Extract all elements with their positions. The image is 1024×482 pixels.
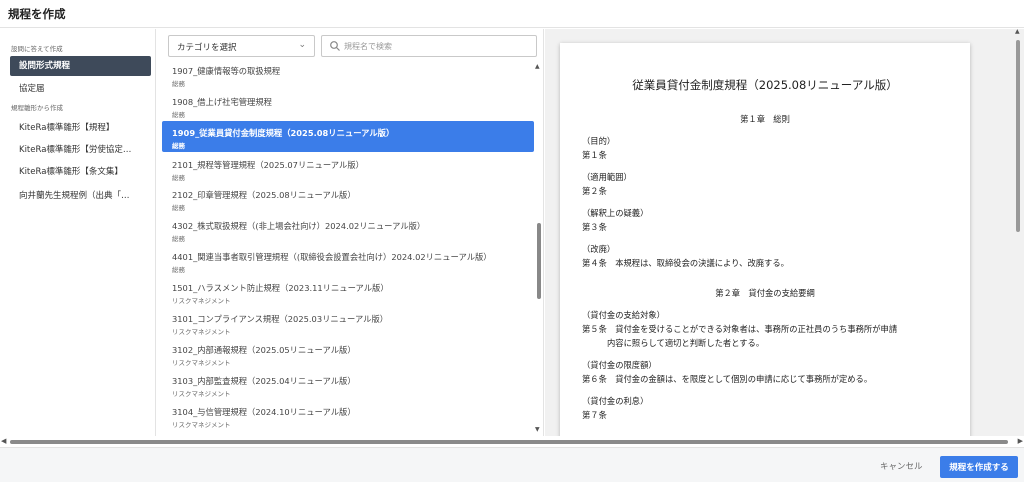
- article-heading: （貸付金の利息）: [582, 396, 649, 406]
- rule-list-pane: カテゴリを選択 ⌄ 1907_健康情報等の取扱規程 総務 1908_借上げ社宅管…: [157, 29, 544, 436]
- list-item-category: 総務: [172, 266, 185, 274]
- sidebar-item-kitera-articles[interactable]: KiteRa標準雛形【条文集】: [10, 162, 151, 182]
- list-item-title: 1501_ハラスメント防止規程（2023.11リニューアル版）: [172, 283, 389, 293]
- sidebar-item-kitera-labor[interactable]: KiteRa標準雛形【労使協定…: [10, 140, 151, 160]
- list-item-selected[interactable]: 1909_従業員貸付金制度規程（2025.08リニューアル版） 総務: [162, 121, 534, 152]
- sidebar-section-templates: 規程雛形から作成: [11, 104, 63, 112]
- list-item[interactable]: 3104_与信管理規程（2024.10リニューアル版） リスクマネジメント: [162, 403, 534, 434]
- list-item-title: 3104_与信管理規程（2024.10リニューアル版）: [172, 407, 356, 417]
- cancel-button[interactable]: キャンセル: [880, 460, 923, 472]
- list-item-category: 総務: [172, 204, 185, 212]
- list-item-category: リスクマネジメント: [172, 359, 231, 367]
- chapter-heading: 第１章 総則: [740, 114, 790, 124]
- preview-scrollbar-thumb[interactable]: [1016, 40, 1020, 232]
- list-item-title: 1907_健康情報等の取扱規程: [172, 66, 281, 76]
- list-item-category: 総務: [172, 111, 185, 119]
- search-box[interactable]: [321, 35, 537, 57]
- sidebar-item-question-format[interactable]: 設問形式規程: [10, 56, 151, 76]
- list-item[interactable]: 1501_ハラスメント防止規程（2023.11リニューアル版） リスクマネジメン…: [162, 279, 534, 310]
- preview-scrollbar[interactable]: ▲: [1015, 28, 1022, 434]
- list-item-title: 4302_株式取扱規程（(非上場会社向け）2024.02リニューアル版）: [172, 221, 426, 231]
- list-item-title: 1908_借上げ社宅管理規程: [172, 97, 272, 107]
- dialog-title: 規程を作成: [8, 7, 66, 21]
- create-rule-button[interactable]: 規程を作成する: [940, 456, 1018, 478]
- horizontal-scrollbar-thumb[interactable]: [10, 440, 1008, 444]
- scroll-down-icon[interactable]: ▼: [535, 426, 540, 433]
- scroll-right-icon[interactable]: ▶: [1018, 437, 1023, 445]
- list-item-title: 3101_コンプライアンス規程（2025.03リニューアル版）: [172, 314, 389, 324]
- list-scrollbar[interactable]: ▲ ▼: [535, 63, 543, 433]
- sidebar: 設問に答えて作成 設問形式規程 協定届 規程雛形から作成 KiteRa標準雛形【…: [0, 29, 156, 436]
- list-item[interactable]: 1907_健康情報等の取扱規程 総務: [162, 62, 534, 93]
- search-icon: [330, 41, 340, 51]
- sidebar-item-agreement[interactable]: 協定届: [10, 79, 151, 99]
- list-item-title: 4401_関連当事者取引管理規程（(取締役会設置会社向け）2024.02リニュー…: [172, 252, 492, 262]
- sidebar-item-mukai[interactable]: 向井蘭先生規程例（出典「…: [10, 186, 151, 206]
- list-item-category: 総務: [172, 174, 185, 182]
- article-heading: （解釈上の疑義）: [582, 208, 649, 218]
- document-page: 従業員貸付金制度規程（2025.08リニューアル版） 第１章 総則 （目的） 第…: [560, 43, 970, 436]
- list-item-title: 1909_従業員貸付金制度規程（2025.08リニューアル版）: [172, 128, 395, 138]
- list-item[interactable]: 2102_印章管理規程（2025.08リニューアル版） 総務: [162, 186, 534, 217]
- article-text: 第２条: [582, 186, 607, 196]
- rule-list: 1907_健康情報等の取扱規程 総務 1908_借上げ社宅管理規程 総務 190…: [157, 62, 537, 434]
- document-preview: 従業員貸付金制度規程（2025.08リニューアル版） 第１章 総則 （目的） 第…: [545, 29, 1024, 436]
- category-select-value: カテゴリを選択: [177, 43, 237, 53]
- list-item-category: 総務: [172, 142, 185, 150]
- list-item-title: 3103_内部監査規程（2025.04リニューアル版）: [172, 376, 356, 386]
- list-item-title: 3102_内部通報規程（2025.05リニューアル版）: [172, 345, 356, 355]
- list-item-category: リスクマネジメント: [172, 297, 231, 305]
- dialog-header: 規程を作成: [0, 0, 1024, 28]
- search-input[interactable]: [344, 39, 529, 54]
- list-item-title: 2102_印章管理規程（2025.08リニューアル版）: [172, 190, 356, 200]
- list-item-category: リスクマネジメント: [172, 390, 231, 398]
- list-item-title: 2101_規程等管理規程（2025.07リニューアル版）: [172, 160, 364, 170]
- horizontal-scrollbar[interactable]: ◀ ▶: [0, 437, 1024, 447]
- category-select[interactable]: カテゴリを選択 ⌄: [168, 35, 315, 57]
- list-item[interactable]: 3101_コンプライアンス規程（2025.03リニューアル版） リスクマネジメン…: [162, 310, 534, 341]
- list-item-category: 総務: [172, 235, 185, 243]
- list-item[interactable]: 4302_株式取扱規程（(非上場会社向け）2024.02リニューアル版） 総務: [162, 217, 534, 248]
- article-text: 第３条: [582, 222, 607, 232]
- document-title: 従業員貸付金制度規程（2025.08リニューアル版）: [632, 78, 898, 92]
- scroll-left-icon[interactable]: ◀: [1, 437, 6, 445]
- article-heading: （目的）: [582, 136, 616, 146]
- article-heading: （適用範囲）: [582, 172, 632, 182]
- list-scrollbar-thumb[interactable]: [537, 223, 541, 299]
- article-text: 第７条: [582, 410, 607, 420]
- chapter-heading: 第２章 貸付金の支給要綱: [715, 288, 815, 298]
- article-text: 第６条 貸付金の金額は、を限度として個別の申請に応じて事務所が定める。: [582, 374, 873, 384]
- chevron-down-icon: ⌄: [298, 40, 306, 50]
- article-heading: （貸付金の支給対象）: [582, 310, 665, 320]
- article-text: 第４条 本規程は、取締役会の決議により、改廃する。: [582, 258, 789, 268]
- list-item[interactable]: 3102_内部通報規程（2025.05リニューアル版） リスクマネジメント: [162, 341, 534, 372]
- article-text: 第１条: [582, 150, 607, 160]
- list-item[interactable]: 2101_規程等管理規程（2025.07リニューアル版） 総務: [162, 156, 534, 187]
- sidebar-item-kitera-rules[interactable]: KiteRa標準雛形【規程】: [10, 118, 151, 138]
- dialog-footer: キャンセル 規程を作成する: [0, 447, 1024, 482]
- list-item[interactable]: 4401_関連当事者取引管理規程（(取締役会設置会社向け）2024.02リニュー…: [162, 248, 534, 279]
- article-text: 第５条 貸付金を受けることができる対象者は、事務所の正社員のうち事務所が申請: [582, 324, 898, 334]
- list-item-category: 総務: [172, 80, 185, 88]
- article-heading: （貸付金の限度額）: [582, 360, 657, 370]
- list-item[interactable]: 1908_借上げ社宅管理規程 総務: [162, 93, 534, 124]
- article-text: 内容に照らして適切と判断した者とする。: [607, 338, 765, 348]
- sidebar-section-questions: 設問に答えて作成: [11, 45, 63, 53]
- list-item-category: リスクマネジメント: [172, 421, 231, 429]
- list-item[interactable]: 3103_内部監査規程（2025.04リニューアル版） リスクマネジメント: [162, 372, 534, 403]
- scroll-up-icon[interactable]: ▲: [1015, 28, 1020, 35]
- scroll-up-icon[interactable]: ▲: [535, 63, 540, 70]
- list-item-category: リスクマネジメント: [172, 328, 231, 336]
- article-heading: （改廃）: [582, 244, 616, 254]
